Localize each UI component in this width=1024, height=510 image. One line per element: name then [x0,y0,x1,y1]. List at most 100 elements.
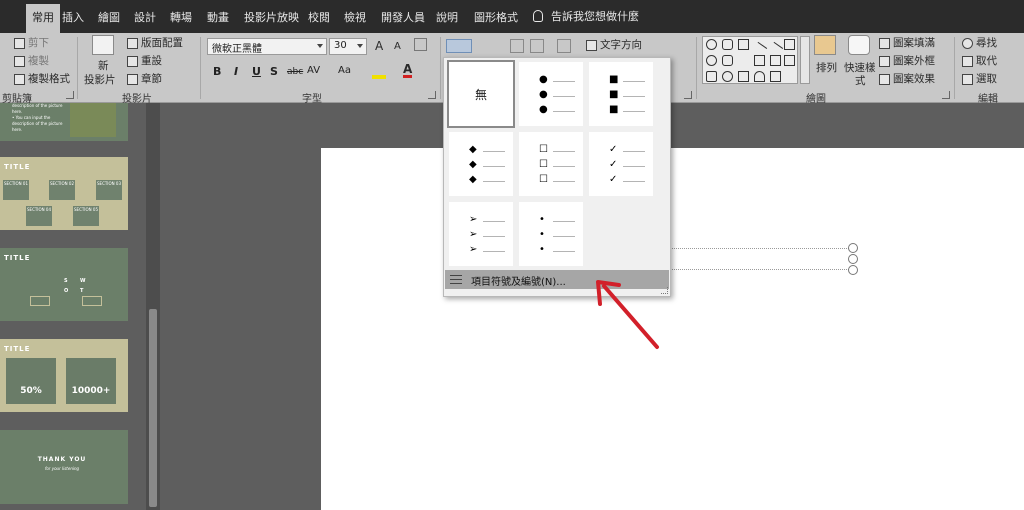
underline-button[interactable]: U [252,65,261,78]
format-painter-button[interactable]: 複製格式 [14,71,70,86]
italic-button[interactable]: I [234,65,238,78]
new-slide-button[interactable]: 新 [98,58,109,73]
slide3-swot-s: S [64,278,68,284]
bullet-option-arrowhead[interactable]: ➢ ➢ ➢ [449,202,513,266]
resize-handle[interactable] [848,254,858,264]
bullets-button[interactable] [446,39,472,53]
shapes-gallery-scroll[interactable] [800,36,810,84]
tab-review[interactable]: 校閱 [308,9,330,25]
filled-square-bullet-icon: ■ [609,74,619,85]
tab-slideshow[interactable]: 投影片放映 [244,9,299,25]
tell-me-box[interactable]: 告訴我您想做什麼 [533,8,639,24]
layout-button[interactable]: 版面配置 [127,35,183,50]
tab-developer[interactable]: 開發人員 [381,9,425,25]
font-size-field[interactable]: 30 [329,38,367,55]
smiley-shape-icon[interactable] [706,39,717,50]
tab-transitions[interactable]: 轉場 [170,9,192,25]
grow-font-button[interactable]: A [375,39,383,53]
arrow-shape-icon[interactable] [770,55,781,66]
tab-shape-format[interactable]: 圖形格式 [474,9,518,25]
slide-thumbnail-3[interactable]: TITLE S W O T [0,248,128,321]
bullet-option-none[interactable]: 無 [447,60,515,128]
dropdown-resize-grip[interactable] [661,287,668,294]
bullet-option-small-round[interactable]: • • • [519,202,583,266]
copy-icon [14,55,25,67]
brush-icon [14,73,25,85]
bullet-option-filled-round[interactable]: ● ● ● [519,62,583,126]
shape-outline-button[interactable]: 圖案外框 [879,53,935,68]
tab-help[interactable]: 說明 [436,9,458,25]
arrange-button[interactable]: 排列 [816,60,837,75]
slide-thumbnail-4[interactable]: TITLE 50% 10000+ [0,339,128,412]
shadow-button[interactable]: S [270,65,278,78]
small-round-bullet-icon: • [539,214,545,225]
numbering-button[interactable] [476,39,502,53]
bullet-option-hollow-square[interactable]: ☐ ☐ ☐ [519,132,583,196]
quick-styles-button-label[interactable]: 式 [855,73,866,88]
resize-handle[interactable] [848,243,858,253]
rounded-rect2-shape-icon[interactable] [722,55,733,66]
resize-handle[interactable] [848,265,858,275]
scrollbar-thumb[interactable] [149,309,157,507]
line-spacing-icon[interactable] [557,39,571,53]
thumbnail-scrollbar[interactable] [146,103,160,510]
character-spacing-button[interactable]: AV [307,65,320,76]
reset-button[interactable]: 重設 [127,53,162,68]
arc-shape-icon[interactable] [754,71,765,82]
font-name-field[interactable]: 微軟正黑體 [207,38,327,55]
find-button[interactable]: 尋找 [962,35,997,50]
bullet-option-diamond[interactable]: ◆ ◆ ◆ [449,132,513,196]
new-slide-button-label[interactable]: 投影片 [84,72,116,87]
tab-design[interactable]: 設計 [134,9,156,25]
cut-button[interactable]: 剪下 [14,35,49,50]
bullets-and-numbering-menu-item[interactable]: 項目符號及編號(N)... [445,270,669,289]
clear-formatting-icon[interactable] [414,38,427,51]
slide5-subtitle: for your listening [44,466,80,471]
shape-fill-button[interactable]: 圖案填滿 [879,35,935,50]
tab-view[interactable]: 檢視 [344,9,366,25]
textbox-border [670,269,853,270]
font-color-icon[interactable]: A [403,63,413,78]
strikethrough-button[interactable]: abc [287,67,303,77]
copy-button[interactable]: 複製 [14,53,49,68]
arrow-down-shape-icon[interactable] [706,71,717,82]
slide-thumbnail-1[interactable]: description of the picture here. • You c… [0,103,128,141]
bold-button[interactable]: B [213,65,221,78]
triangle-shape-icon[interactable] [738,55,750,66]
text-direction-button[interactable]: 文字方向 [586,37,642,52]
select-button[interactable]: 選取 [962,71,997,86]
scissors-icon [14,37,25,49]
drawing-launcher[interactable] [942,91,950,99]
increase-indent-icon[interactable] [530,39,544,53]
tab-insert[interactable]: 插入 [62,9,84,25]
bullet-option-checkmark[interactable]: ✓ ✓ ✓ [589,132,653,196]
star-shape-icon[interactable] [770,71,781,82]
shape-effects-button[interactable]: 圖案效果 [879,71,935,86]
highlight-icon[interactable] [372,65,386,79]
current-slide[interactable] [321,148,1024,510]
rect3-shape-icon[interactable] [754,55,765,66]
slide-thumbnail-5[interactable]: THANK YOU for your listening [0,430,128,504]
rect2-shape-icon[interactable] [784,39,795,50]
tab-home[interactable]: 常用 [26,4,60,33]
chevron-down-icon [317,44,323,48]
section-button[interactable]: 章節 [127,71,162,86]
brace-shape-icon[interactable] [738,71,749,82]
replace-button[interactable]: 取代 [962,53,997,68]
rect-shape-icon[interactable] [738,39,749,50]
clipboard-launcher[interactable] [66,91,74,99]
half-frame-shape-icon[interactable] [722,71,733,82]
slide-thumbnail-2[interactable]: TITLE SECTION 01 SECTION 02 SECTION 03 S… [0,157,128,230]
paragraph-launcher[interactable] [684,91,692,99]
decrease-indent-icon[interactable] [510,39,524,53]
shrink-font-button[interactable]: A [394,41,401,52]
font-launcher[interactable] [428,91,436,99]
arrow-right-shape-icon[interactable] [784,55,795,66]
rounded-rect-shape-icon[interactable] [722,39,733,50]
bullet-option-filled-square[interactable]: ■ ■ ■ [589,62,653,126]
tab-draw[interactable]: 繪圖 [98,9,120,25]
tab-animations[interactable]: 動畫 [207,9,229,25]
slide2-section-1: SECTION 01 [2,179,30,201]
oval-shape-icon[interactable] [706,55,717,66]
change-case-button[interactable]: Aa [338,65,351,76]
